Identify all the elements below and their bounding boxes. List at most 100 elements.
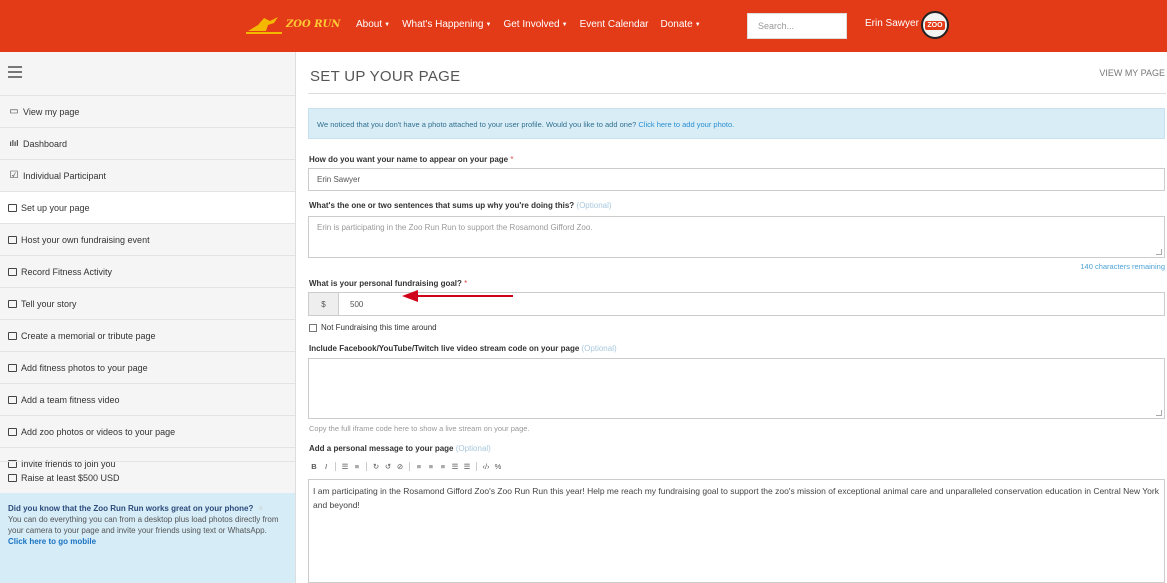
currency-symbol: $: [309, 293, 339, 315]
sidebar-item-fitness-photos[interactable]: Add fitness photos to your page: [0, 351, 295, 383]
sidebar-item-individual-participant[interactable]: ☑ Individual Participant: [0, 159, 295, 191]
logo-text: ZOO RUN: [286, 18, 341, 30]
sidebar-item-raise-500[interactable]: Raise at least $500 USD: [0, 461, 295, 493]
clear-format-icon[interactable]: ⊘: [394, 462, 406, 471]
undo-icon[interactable]: ↺: [382, 462, 394, 471]
optional-tag: (Optional): [455, 444, 491, 453]
not-fundraising-checkbox[interactable]: Not Fundraising this time around: [309, 323, 437, 332]
nav-donate-label: Donate: [660, 19, 693, 30]
nav-event-calendar-label: Event Calendar: [579, 19, 649, 30]
sidebar-item-memorial-page[interactable]: Create a memorial or tribute page: [0, 319, 295, 351]
nav-event-calendar[interactable]: Event Calendar: [580, 19, 649, 30]
name-label-text: How do you want your name to appear on y…: [309, 155, 509, 164]
bullet-list-icon[interactable]: ☰: [339, 462, 351, 471]
sidebar-item-label: Dashboard: [23, 138, 68, 149]
goal-label: What is your personal fundraising goal? …: [309, 279, 467, 288]
user-name-link[interactable]: Erin Sawyer: [865, 18, 919, 29]
sidebar-item-view-my-page[interactable]: ▭ View my page: [0, 95, 295, 127]
align-right-icon[interactable]: ≡: [437, 462, 449, 471]
checkbox-icon: [8, 203, 17, 212]
stream-code-textarea[interactable]: [308, 358, 1165, 419]
goal-label-text: What is your personal fundraising goal?: [309, 279, 462, 288]
sidebar-item-label: Create a memorial or tribute page: [21, 330, 156, 341]
top-navbar: ZOO RUN About ▼ What's Happening ▼ Get Inv…: [0, 0, 1167, 52]
sidebar-item-label: Record Fitness Activity: [21, 266, 113, 277]
not-fundraising-label: Not Fundraising this time around: [321, 323, 437, 332]
sidebar-item-set-up-your-page[interactable]: Set up your page: [0, 191, 295, 223]
sidebar-item-label: Add fitness photos to your page: [21, 362, 148, 373]
summary-label-text: What's the one or two sentences that sum…: [309, 201, 575, 210]
avatar-text: ZOO: [925, 20, 945, 30]
view-my-page-link[interactable]: VIEW MY PAGE: [1099, 68, 1165, 78]
code-icon[interactable]: ‹/›: [480, 462, 492, 471]
align-left-icon[interactable]: ≡: [413, 462, 425, 471]
close-icon[interactable]: ×: [258, 504, 263, 513]
mobile-promo-box: Did you know that the Zoo Run Run works …: [0, 493, 295, 583]
sidebar-item-label: Set up your page: [21, 202, 90, 213]
italic-icon[interactable]: I: [320, 462, 332, 471]
resize-handle-icon[interactable]: [1156, 410, 1162, 416]
sidebar-item-label: Raise at least $500 USD: [21, 472, 120, 483]
nav-get-involved[interactable]: Get Involved ▼: [503, 19, 567, 30]
sidebar-item-team-video[interactable]: Add a team fitness video: [0, 383, 295, 415]
avatar[interactable]: ZOO: [921, 11, 949, 39]
bold-icon[interactable]: B: [308, 462, 320, 471]
editor-toolbar: B I ☰ ≡ ↻ ↺ ⊘ ≡ ≡ ≡ ☰ ☰ ‹/› %: [308, 459, 504, 474]
main-nav: About ▼ What's Happening ▼ Get Involved ▼ E…: [356, 19, 713, 30]
summary-placeholder: Erin is participating in the Zoo Run Run…: [317, 223, 593, 232]
numbered-list-icon[interactable]: ≡: [351, 462, 363, 471]
message-label-text: Add a personal message to your page: [309, 444, 454, 453]
sidebar-item-label: Tell your story: [21, 298, 77, 309]
sidebar-item-label: Add a team fitness video: [21, 394, 120, 405]
sidebar-item-tell-your-story[interactable]: Tell your story: [0, 287, 295, 319]
display-name-input[interactable]: Erin Sawyer: [308, 168, 1165, 191]
alert-text: We noticed that you don't have a photo a…: [317, 120, 637, 129]
checkbox-icon: [8, 473, 17, 482]
sidebar-item-zoo-photos[interactable]: Add zoo photos or videos to your page: [0, 415, 295, 447]
sidebar-item-host-event[interactable]: Host your own fundraising event: [0, 223, 295, 255]
chevron-down-icon: ▼: [561, 22, 568, 28]
redo-icon[interactable]: ↻: [370, 462, 382, 471]
optional-tag: (Optional): [581, 344, 617, 353]
stream-hint: Copy the full iframe code here to show a…: [309, 424, 530, 433]
monitor-icon: ▭: [9, 106, 19, 117]
main-content: SET UP YOUR PAGE VIEW MY PAGE We noticed…: [296, 52, 1167, 583]
outdent-icon[interactable]: ☰: [461, 462, 473, 471]
checkbox-icon: [8, 395, 17, 404]
hamburger-menu-icon[interactable]: [8, 66, 22, 81]
link-icon[interactable]: %: [492, 462, 504, 471]
sidebar-item-record-fitness[interactable]: Record Fitness Activity: [0, 255, 295, 287]
sidebar-item-label: Add zoo photos or videos to your page: [21, 426, 176, 437]
checkbox-icon: [8, 235, 17, 244]
nav-whats-happening-label: What's Happening: [402, 19, 484, 30]
add-photo-link[interactable]: Click here to add your photo.: [638, 120, 734, 129]
checkbox-icon: [309, 323, 317, 332]
optional-tag: (Optional): [576, 201, 612, 210]
indent-icon[interactable]: ☰: [449, 462, 461, 471]
checkbox-icon: [8, 427, 17, 436]
go-mobile-link[interactable]: Click here to go mobile: [8, 537, 96, 546]
nav-donate[interactable]: Donate ▼: [661, 19, 701, 30]
promo-body: You can do everything you can from a des…: [8, 515, 279, 535]
annotation-arrow-icon: [402, 290, 513, 302]
search-input[interactable]: Search...: [747, 13, 847, 39]
align-center-icon[interactable]: ≡: [425, 462, 437, 471]
personal-message-editor[interactable]: I am participating in the Rosamond Giffo…: [308, 479, 1165, 583]
nav-about[interactable]: About ▼: [356, 19, 390, 30]
bar-chart-icon: ılıl: [9, 139, 19, 148]
title-divider: [308, 93, 1166, 94]
sidebar-item-dashboard[interactable]: ılıl Dashboard: [0, 127, 295, 159]
sidebar-item-label: View my page: [23, 106, 80, 117]
promo-heading: Did you know that the Zoo Run Run works …: [8, 504, 254, 513]
resize-handle-icon[interactable]: [1156, 249, 1162, 255]
required-mark: *: [510, 155, 514, 164]
photo-alert: We noticed that you don't have a photo a…: [308, 108, 1165, 139]
page-title: SET UP YOUR PAGE: [310, 68, 461, 85]
summary-textarea[interactable]: Erin is participating in the Zoo Run Run…: [308, 216, 1165, 258]
nav-whats-happening[interactable]: What's Happening ▼: [402, 19, 491, 30]
checkbox-icon: [8, 267, 17, 276]
checkbox-icon: [8, 299, 17, 308]
zoo-run-logo[interactable]: ZOO RUN: [244, 11, 340, 37]
checked-box-icon: ☑: [9, 170, 19, 181]
sidebar-item-label: Individual Participant: [23, 170, 107, 181]
